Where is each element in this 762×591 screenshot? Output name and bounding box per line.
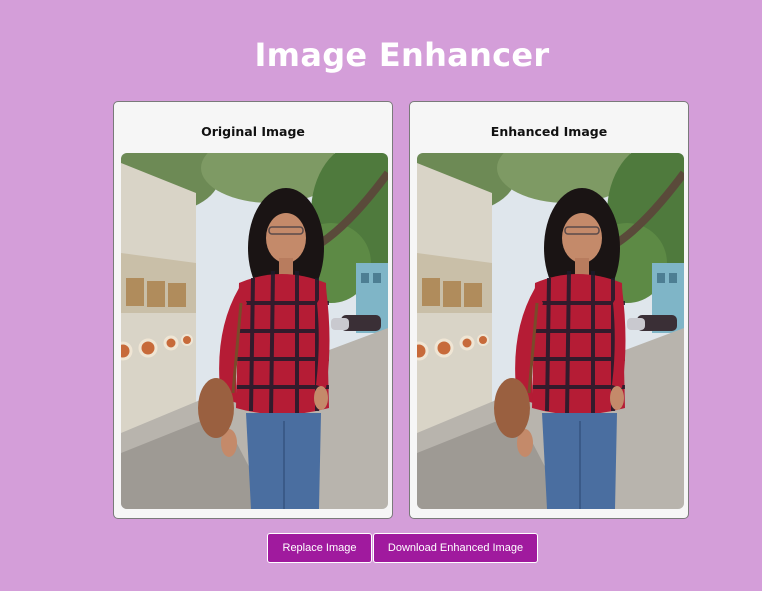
original-image-panel: Original Image — [113, 101, 393, 519]
original-image — [121, 153, 388, 509]
enhanced-image-panel: Enhanced Image — [409, 101, 689, 519]
original-image-title: Original Image — [201, 124, 305, 139]
page-title: Image Enhancer — [254, 36, 550, 74]
replace-image-button[interactable]: Replace Image — [267, 533, 372, 563]
download-enhanced-image-button[interactable]: Download Enhanced Image — [373, 533, 538, 563]
action-buttons: Replace Image Download Enhanced Image — [267, 533, 538, 563]
enhanced-image — [417, 153, 684, 509]
enhanced-image-title: Enhanced Image — [490, 124, 608, 139]
